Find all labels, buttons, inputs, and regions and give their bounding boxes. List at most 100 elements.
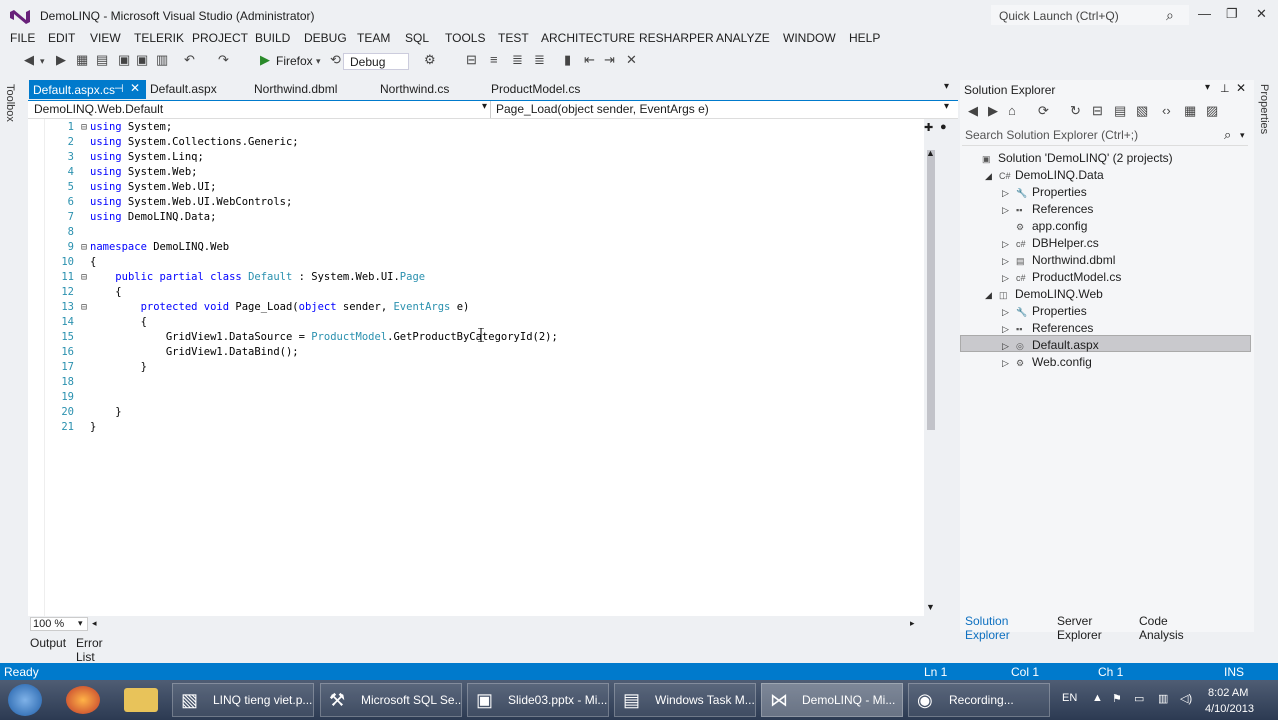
menu-resharper[interactable]: RESHARPER [639,31,714,45]
tab-error-list[interactable]: Error List [76,636,103,664]
scroll-up-icon[interactable]: ▲ [926,148,935,158]
zoom-dropdown-icon[interactable]: ▾ [78,618,83,629]
taskbar-item-recorder[interactable]: ◉ Recording... [908,683,1050,717]
tree-item[interactable]: ▷ 🔧 Properties [1002,184,1087,201]
code-line[interactable]: 4 using System.Web; [56,165,198,180]
menu-window[interactable]: WINDOW [783,31,836,45]
code-line[interactable]: 7 using DemoLINQ.Data; [56,210,217,225]
home-icon[interactable]: ⌂ [1008,103,1016,118]
forward-icon[interactable]: ▶ [988,103,998,119]
toolbox-tab[interactable]: Toolbox [4,84,16,122]
tree-item[interactable]: ▣ Solution 'DemoLINQ' (2 projects) [968,150,1173,167]
tab-northwind-cs[interactable]: Northwind.cs [380,82,449,96]
undo-icon[interactable]: ↶ [184,52,195,68]
code-line[interactable]: 6 using System.Web.UI.WebControls; [56,195,293,210]
tree-item[interactable]: ◢ ◫ DemoLINQ.Web [985,286,1103,303]
properties-icon[interactable]: ▧ [1136,103,1148,119]
collapsed-arrow-icon[interactable]: ▷ [1002,355,1016,372]
tab-northwind-dbml[interactable]: Northwind.dbml [254,82,337,96]
code-line[interactable]: 18 [56,375,90,390]
monitor-icon[interactable]: ▭ [1134,692,1144,705]
editor-horizontal-scrollbar[interactable] [28,616,924,632]
code-line[interactable]: 14 { [56,315,147,330]
close-button[interactable]: ✕ [1256,6,1267,22]
scroll-down-icon[interactable]: ▼ [926,602,935,612]
class-dropdown-icon[interactable]: ▾ [482,101,487,112]
scrollbar-thumb[interactable] [927,150,935,430]
pin-panel-icon[interactable]: ⊥ [1220,82,1230,95]
code-line[interactable]: 10 { [56,255,96,270]
tree-item[interactable]: ▷ ▪▪ References [1002,201,1093,218]
menu-view[interactable]: VIEW [90,31,121,45]
class-selector[interactable]: DemoLINQ.Web.Default [34,102,163,116]
indent-icon[interactable]: ≡ [490,52,498,67]
menu-edit[interactable]: EDIT [48,31,75,45]
tab-default-aspx[interactable]: Default.aspx [150,82,217,96]
menu-help[interactable]: HELP [849,31,880,45]
tab-productmodel-cs[interactable]: ProductModel.cs [491,82,580,96]
tab-code-analysis[interactable]: Code Analysis [1139,614,1184,642]
clock-date[interactable]: 4/10/2013 [1205,703,1254,715]
show-hidden-icons-icon[interactable]: ▲ [1092,692,1103,704]
collapsed-arrow-icon[interactable]: ▷ [1002,321,1016,338]
code-line[interactable]: 8 [56,225,90,240]
tree-item[interactable]: ▷ 🔧 Properties [1002,303,1087,320]
quick-launch-input[interactable]: Quick Launch (Ctrl+Q) [990,4,1190,26]
menu-file[interactable]: FILE [10,31,35,45]
expanded-arrow-icon[interactable]: ◢ [985,168,999,185]
properties-tab[interactable]: Properties [1258,84,1270,134]
code-line[interactable]: 2 using System.Collections.Generic; [56,135,299,150]
code-line[interactable]: 21 } [56,420,96,435]
expanded-arrow-icon[interactable]: ◢ [985,287,999,304]
collapse-all-icon[interactable]: ⊟ [1092,103,1103,119]
dropdown-arrow-icon[interactable]: ▾ [40,56,45,67]
menu-team[interactable]: TEAM [357,31,390,45]
volume-icon[interactable]: ◁) [1180,692,1192,705]
menu-analyze[interactable]: ANALYZE [716,31,770,45]
taskbar-item-word[interactable]: ▧ LINQ tieng viet.p... [172,683,314,717]
save-all-icon[interactable]: ▣ [136,52,148,68]
navigate-back-icon[interactable]: ◀ [24,52,34,68]
clear-bookmarks-icon[interactable]: ✕ [626,52,637,68]
refresh-icon[interactable]: ↻ [1070,103,1081,119]
network-icon[interactable]: ▥ [1158,692,1168,705]
collapse-icon[interactable]: ⊟ [78,270,90,285]
tree-item[interactable]: ▷ ▪▪ References [1002,320,1093,337]
scroll-left-icon[interactable]: ◂ [92,618,97,629]
code-line[interactable]: 20 } [56,405,121,420]
browser-dropdown-icon[interactable]: ▾ [316,56,321,67]
code-line[interactable]: 1 ⊟ using System; [56,120,173,135]
collapse-icon[interactable]: ⊟ [78,300,90,315]
network-flag-icon[interactable]: ⚑ [1112,692,1122,705]
taskbar-item-task-manager[interactable]: ▤ Windows Task M... [614,683,756,717]
member-dropdown-icon[interactable]: ▾ [944,101,949,112]
split-window-icon[interactable]: ✚ [924,121,933,134]
menu-build[interactable]: BUILD [255,31,290,45]
collapsed-arrow-icon[interactable]: ▷ [1002,270,1016,287]
member-selector[interactable]: Page_Load(object sender, EventArgs e) [496,102,709,116]
sync-icon[interactable]: ⟳ [1038,103,1049,119]
collapsed-arrow-icon[interactable]: ▷ [1002,236,1016,253]
tree-item[interactable]: ▷ ◎ Default.aspx [1002,337,1099,354]
browser-selector[interactable]: Firefox [276,54,313,68]
clock-time[interactable]: 8:02 AM [1208,687,1248,699]
tab-output[interactable]: Output [30,636,66,650]
open-file-icon[interactable]: ▤ [96,52,108,68]
attach-icon[interactable]: ⚙ [424,52,436,68]
taskbar-item-sql-server[interactable]: ⚒ Microsoft SQL Se... [320,683,462,717]
tab-server-explorer[interactable]: Server Explorer [1057,614,1102,642]
scroll-right-icon[interactable]: ▸ [910,618,915,629]
code-line[interactable]: 3 using System.Linq; [56,150,204,165]
start-debug-icon[interactable]: ▶ [260,52,270,68]
search-icon[interactable]: ⌕ [1224,127,1231,143]
view-designer-icon[interactable]: ▦ [1184,103,1196,119]
navigate-forward-icon[interactable]: ▶ [56,52,66,68]
tab-overflow-icon[interactable]: ▾ [944,81,949,92]
firefox-icon[interactable] [66,686,100,714]
minimize-button[interactable]: — [1198,6,1211,21]
save-all-stack-icon[interactable]: ▥ [156,52,168,68]
tree-item[interactable]: ◢ C# DemoLINQ.Data [985,167,1104,184]
bookmark-icon[interactable]: ▮ [564,52,571,68]
close-panel-icon[interactable]: ✕ [1236,81,1246,95]
start-button[interactable] [8,684,42,716]
